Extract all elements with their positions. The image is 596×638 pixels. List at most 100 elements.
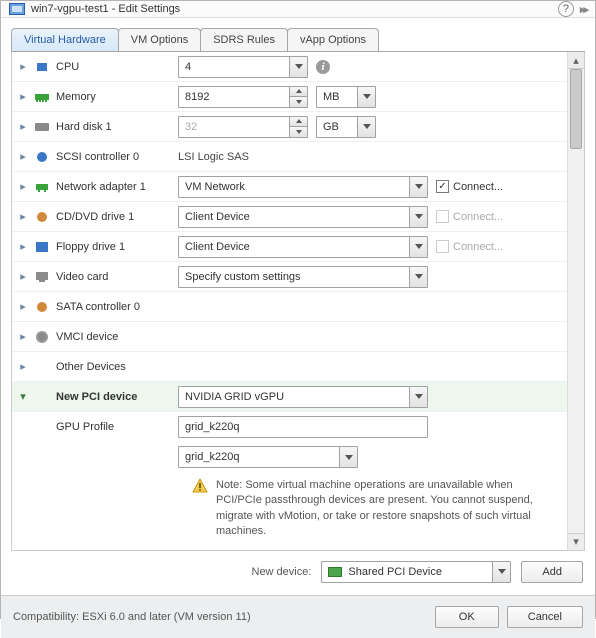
network-label: Network adapter 1 [56,181,146,193]
info-icon[interactable]: i [316,60,330,74]
expand-arrow-icon[interactable]: ▸ [18,60,28,73]
warning-row: Note: Some virtual machine operations ar… [12,472,567,550]
spin-down-icon[interactable] [290,127,307,137]
warning-text: Note: Some virtual machine operations ar… [216,478,559,540]
chevron-down-icon[interactable] [409,177,427,197]
chevron-down-icon[interactable] [409,237,427,257]
ok-button[interactable]: OK [435,606,499,628]
spin-down-icon[interactable] [290,97,307,107]
cpu-icon [34,60,50,74]
gpu-profile-input[interactable]: grid_k220q [178,416,428,438]
row-gpu-profile-combo: grid_k220q [12,442,567,472]
row-scsi: ▸ SCSI controller 0 LSI Logic SAS [12,142,567,172]
scroll-up-icon[interactable]: ▴ [568,52,584,69]
scsi-icon [34,150,50,164]
expand-arrow-icon[interactable]: ▸ [18,120,28,133]
video-label: Video card [56,271,108,283]
spin-up-icon[interactable] [290,117,307,128]
new-device-label: New device: [252,566,312,578]
network-connect-checkbox[interactable]: ✓Connect... [436,180,503,193]
chevron-down-icon[interactable] [409,207,427,227]
chevron-down-icon[interactable] [492,562,510,582]
help-icon[interactable]: ? [558,1,574,17]
video-combo[interactable]: Specify custom settings [178,266,428,288]
chevron-down-icon[interactable] [339,447,357,467]
cddvd-connect-checkbox: Connect... [436,210,503,223]
expand-arrow-icon[interactable]: ▸ [18,240,28,253]
add-button[interactable]: Add [521,561,583,583]
floppy-connect-checkbox: Connect... [436,240,503,253]
vmci-label: VMCI device [56,331,118,343]
gpu-profile-label: GPU Profile [56,421,114,433]
chevron-down-icon[interactable] [409,387,427,407]
collapse-arrow-icon[interactable]: ▾ [18,390,28,403]
harddisk-label: Hard disk 1 [56,121,112,133]
blank-icon [34,360,50,374]
row-network: ▸ Network adapter 1 VM Network ✓Connect.… [12,172,567,202]
scrollbar-thumb[interactable] [570,69,582,149]
expand-arrow-icon[interactable]: ▸ [18,300,28,313]
pci-card-icon [328,567,342,577]
tab-vm-options[interactable]: VM Options [118,28,201,51]
pci-label: New PCI device [56,391,137,403]
cancel-button[interactable]: Cancel [507,606,583,628]
row-other: ▸ Other Devices [12,352,567,382]
memory-spinner[interactable]: 8192 [178,86,308,108]
harddisk-unit-combo[interactable]: GB [316,116,376,138]
cpu-combo[interactable]: 4 [178,56,308,78]
cddvd-combo[interactable]: Client Device [178,206,428,228]
row-cddvd: ▸ CD/DVD drive 1 Client Device Connect..… [12,202,567,232]
chevron-down-icon[interactable] [409,267,427,287]
footer: Compatibility: ESXi 6.0 and later (VM ve… [1,595,595,638]
row-floppy: ▸ Floppy drive 1 Client Device Connect..… [12,232,567,262]
cddvd-icon [34,210,50,224]
chevron-down-icon[interactable] [357,117,375,137]
other-label: Other Devices [56,361,126,373]
floppy-icon [34,240,50,254]
expand-arrow-icon[interactable]: ▸ [18,270,28,283]
sata-icon [34,300,50,314]
row-sata: ▸ SATA controller 0 [12,292,567,322]
tab-virtual-hardware[interactable]: Virtual Hardware [11,28,119,51]
expand-arrow-icon[interactable]: ▸ [18,210,28,223]
new-device-combo[interactable]: Shared PCI Device [321,561,511,583]
vmci-icon [34,330,50,344]
blank-icon [34,390,50,404]
row-harddisk: ▸ Hard disk 1 32 GB [12,112,567,142]
pci-combo[interactable]: NVIDIA GRID vGPU [178,386,428,408]
row-vmci: ▸ VMCI device [12,322,567,352]
scsi-value: LSI Logic SAS [178,151,249,163]
expand-arrow-icon[interactable]: ▸ [18,180,28,193]
spin-up-icon[interactable] [290,87,307,98]
vm-icon [9,3,25,15]
cddvd-label: CD/DVD drive 1 [56,211,134,223]
scroll-down-icon[interactable]: ▾ [568,533,584,550]
tab-sdrs-rules[interactable]: SDRS Rules [200,28,288,51]
tabs: Virtual Hardware VM Options SDRS Rules v… [11,28,585,51]
compatibility-text: Compatibility: ESXi 6.0 and later (VM ve… [13,611,427,623]
expand-arrow-icon[interactable]: ▸ [18,330,28,343]
row-cpu: ▸ CPU 4 i [12,52,567,82]
row-video: ▸ Video card Specify custom settings [12,262,567,292]
gpu-profile-combo[interactable]: grid_k220q [178,446,358,468]
expand-icon[interactable]: ▸▸ [580,3,587,16]
floppy-combo[interactable]: Client Device [178,236,428,258]
harddisk-spinner[interactable]: 32 [178,116,308,138]
memory-unit-combo[interactable]: MB [316,86,376,108]
tab-vapp-options[interactable]: vApp Options [287,28,379,51]
chevron-down-icon[interactable] [357,87,375,107]
expand-arrow-icon[interactable]: ▸ [18,90,28,103]
memory-icon [34,90,50,104]
vertical-scrollbar[interactable]: ▴ ▾ [567,52,584,550]
chevron-down-icon[interactable] [289,57,307,77]
network-icon [34,180,50,194]
expand-arrow-icon[interactable]: ▸ [18,150,28,163]
scsi-label: SCSI controller 0 [56,151,139,163]
new-device-bar: New device: Shared PCI Device Add [1,551,595,595]
floppy-label: Floppy drive 1 [56,241,125,253]
expand-arrow-icon[interactable]: ▸ [18,360,28,373]
sata-label: SATA controller 0 [56,301,140,313]
window-title: win7-vgpu-test1 - Edit Settings [31,3,180,15]
network-combo[interactable]: VM Network [178,176,428,198]
warning-icon [192,478,208,494]
